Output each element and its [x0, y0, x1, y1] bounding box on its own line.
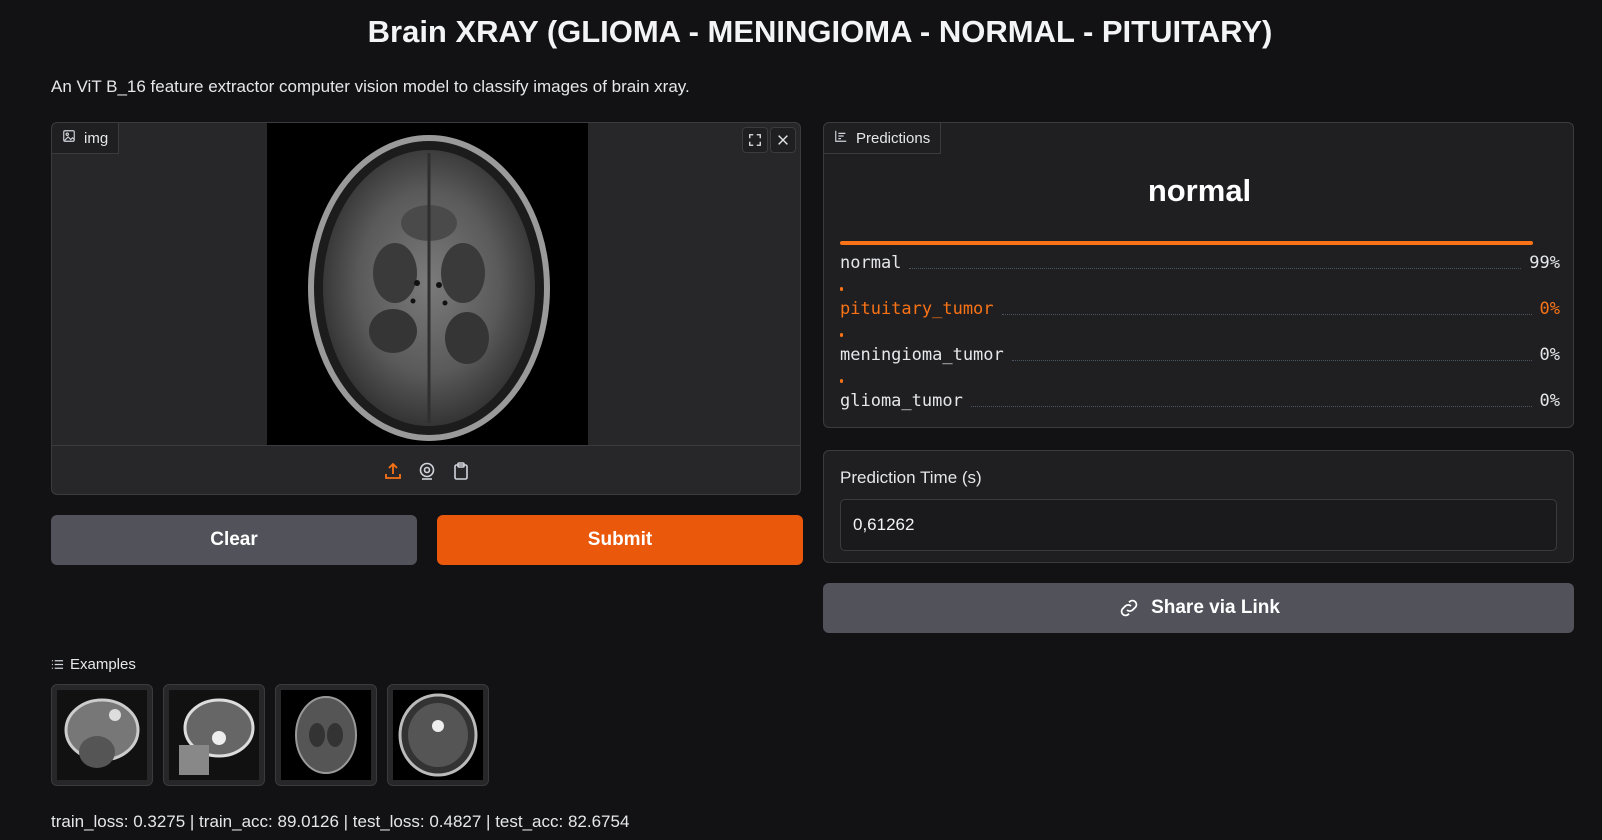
prediction-row[interactable]: normal 99% [840, 241, 1560, 287]
dotted-leader [970, 406, 1532, 407]
confidence-bar [840, 379, 843, 383]
image-icon [62, 129, 76, 147]
prediction-row[interactable]: pituitary_tumor 0% [840, 287, 1560, 333]
page-title: Brain XRAY (GLIOMA - MENINGIOMA - NORMAL… [367, 14, 1273, 49]
dotted-leader [1011, 360, 1532, 361]
dotted-leader [1001, 314, 1532, 315]
page-description: An ViT B_16 feature extractor computer v… [51, 77, 690, 96]
close-icon[interactable] [770, 127, 796, 153]
prediction-value: 0% [1539, 299, 1560, 319]
prediction-value: 99% [1529, 253, 1560, 273]
prediction-label: normal [840, 253, 902, 273]
prediction-label: glioma_tumor [840, 391, 963, 411]
example-thumbnail[interactable] [163, 684, 265, 786]
examples-gallery [51, 684, 489, 786]
fullscreen-icon[interactable] [742, 127, 768, 153]
prediction-value: 0% [1539, 345, 1560, 365]
example-thumbnail[interactable] [275, 684, 377, 786]
examples-label: Examples [51, 656, 136, 673]
confidence-bar [840, 241, 1533, 245]
image-source-toolbar [52, 445, 800, 494]
top-prediction: normal [1147, 173, 1252, 208]
predictions-label: Predictions [824, 123, 942, 154]
upload-icon[interactable] [383, 461, 403, 481]
image-input-label: img [52, 123, 120, 154]
clipboard-icon[interactable] [451, 461, 471, 481]
brain-scan-image [267, 123, 588, 445]
confidence-bar [840, 333, 843, 337]
prediction-row[interactable]: glioma_tumor 0% [840, 379, 1560, 425]
prediction-label: meningioma_tumor [840, 345, 1004, 365]
prediction-row[interactable]: meningioma_tumor 0% [840, 333, 1560, 379]
image-preview-area[interactable] [52, 123, 800, 445]
confidence-bar [840, 287, 843, 291]
predictions-panel: Predictions normal normal 99% pituitary_tu… [823, 122, 1574, 428]
prediction-time-panel: Prediction Time (s) 0,61262 [823, 450, 1574, 563]
examples-label-text: Examples [70, 656, 136, 673]
image-input-panel[interactable]: img [51, 122, 801, 495]
bar-chart-icon [834, 129, 848, 147]
webcam-icon[interactable] [417, 461, 437, 481]
prediction-label: pituitary_tumor [840, 299, 994, 319]
prediction-time-field[interactable]: 0,61262 [840, 499, 1557, 551]
prediction-value: 0% [1539, 391, 1560, 411]
dotted-leader [909, 268, 1522, 269]
example-thumbnail[interactable] [387, 684, 489, 786]
clear-button[interactable]: Clear [51, 515, 417, 565]
prediction-list: normal 99% pituitary_tumor 0% meningioma_tum… [840, 241, 1560, 425]
prediction-time-label: Prediction Time (s) [840, 468, 982, 487]
share-button[interactable]: Share via Link [823, 583, 1574, 633]
image-input-label-text: img [84, 129, 109, 147]
submit-button[interactable]: Submit [437, 515, 803, 565]
metrics-footer: train_loss: 0.3275 | train_acc: 89.0126 … [51, 812, 630, 831]
list-icon [51, 658, 64, 671]
example-thumbnail[interactable] [51, 684, 153, 786]
predictions-label-text: Predictions [856, 129, 931, 147]
link-icon [1117, 596, 1141, 620]
share-button-label: Share via Link [1151, 597, 1280, 618]
